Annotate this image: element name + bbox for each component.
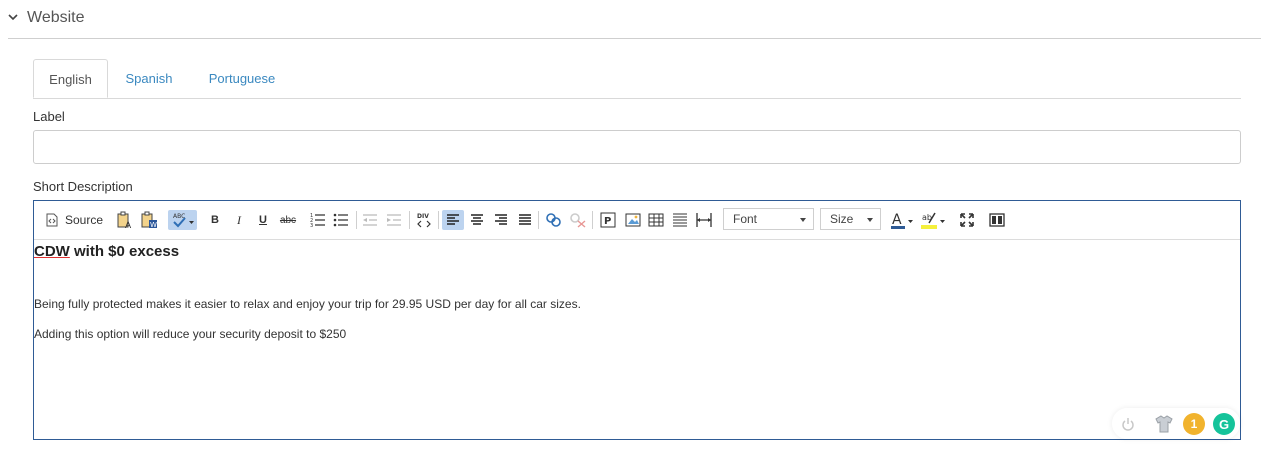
unlink-icon — [570, 213, 586, 228]
svg-text:DIV: DIV — [417, 213, 429, 220]
svg-text:P: P — [604, 216, 611, 227]
text-color-button[interactable]: A — [890, 210, 916, 230]
toolbar-divider — [409, 211, 410, 229]
paste-text-button[interactable]: A — [116, 210, 134, 230]
table-icon — [648, 213, 664, 227]
editor-content-area[interactable]: CDW with $0 excess Being fully protected… — [34, 240, 1240, 439]
bold-button[interactable]: B — [208, 210, 222, 230]
justify-button[interactable] — [517, 210, 533, 230]
justify-icon — [519, 214, 531, 225]
svg-text:A: A — [892, 212, 902, 228]
outdent-button[interactable] — [362, 210, 378, 230]
chevron-down-icon — [800, 218, 806, 222]
outdent-icon — [363, 214, 377, 226]
label-input[interactable] — [33, 130, 1241, 164]
spellcheck-button[interactable]: ABC — [168, 210, 197, 230]
short-description-label: Short Description — [33, 179, 133, 194]
placeholder-button[interactable]: P — [600, 210, 616, 230]
placeholder-icon: P — [600, 212, 616, 228]
content-heading: CDW with $0 excess — [34, 243, 179, 260]
toolbar-divider — [592, 211, 593, 229]
heading-first-word: CDW — [34, 243, 70, 260]
content-paragraph: Being fully protected makes it easier to… — [34, 297, 581, 311]
paste-word-icon: W — [141, 211, 157, 229]
label-field-label: Label — [33, 109, 65, 124]
numbered-list-button[interactable]: 1 2 3 — [310, 210, 326, 230]
svg-text:A: A — [125, 221, 132, 229]
maximize-button[interactable] — [958, 210, 976, 230]
image-button[interactable] — [625, 210, 641, 230]
content-paragraph: Adding this option will reduce your secu… — [34, 327, 347, 341]
language-tabs: English Spanish Portuguese — [33, 59, 1241, 99]
website-section-header[interactable]: Website — [8, 0, 1261, 39]
bulleted-list-icon — [333, 213, 348, 227]
chevron-down-icon[interactable] — [8, 12, 18, 22]
page-break-button[interactable] — [695, 210, 713, 230]
toolbar-divider — [438, 211, 439, 229]
tab-english[interactable]: English — [33, 59, 108, 98]
background-color-button[interactable]: ab — [920, 210, 948, 230]
align-left-icon — [447, 214, 459, 225]
underline-button[interactable]: U — [256, 210, 270, 230]
spellcheck-icon: ABC — [173, 213, 194, 228]
heading-rest: with $0 excess — [69, 243, 180, 260]
font-dropdown-label: Font — [733, 212, 758, 226]
svg-text:W: W — [150, 221, 157, 229]
align-right-icon — [495, 214, 507, 225]
shirt-icon — [1155, 415, 1173, 433]
source-icon — [46, 213, 58, 227]
source-label: Source — [65, 213, 104, 227]
grammarly-button[interactable]: G — [1213, 413, 1235, 435]
table-button[interactable] — [648, 210, 664, 230]
link-icon — [546, 213, 561, 227]
indent-icon — [387, 214, 401, 226]
div-icon: DIV — [417, 213, 431, 228]
numbered-list-icon: 1 2 3 — [310, 213, 325, 228]
size-dropdown[interactable]: Size — [820, 208, 881, 230]
div-container-button[interactable]: DIV — [416, 210, 432, 230]
power-button[interactable] — [1117, 413, 1139, 435]
bulleted-list-button[interactable] — [333, 210, 349, 230]
align-center-icon — [471, 214, 483, 225]
tab-spanish[interactable]: Spanish — [116, 59, 182, 98]
highlight-color-icon: ab — [921, 212, 945, 229]
show-blocks-button[interactable] — [988, 210, 1006, 230]
horizontal-rule-icon — [673, 213, 687, 227]
horizontal-rule-button[interactable] — [672, 210, 688, 230]
page-break-icon — [696, 213, 712, 227]
extension-widget: 1 G — [1112, 408, 1240, 439]
indent-button[interactable] — [386, 210, 402, 230]
text-color-icon: A — [891, 212, 913, 229]
shirt-button[interactable] — [1153, 413, 1175, 435]
maximize-icon — [960, 213, 974, 227]
rich-text-editor[interactable]: Source A W ABC B I U abc 1 2 3 DIV P Fon… — [33, 200, 1241, 440]
italic-button[interactable]: I — [232, 210, 246, 230]
source-button[interactable]: Source — [46, 210, 106, 230]
notification-badge[interactable]: 1 — [1183, 413, 1205, 435]
editor-toolbar: Source A W ABC B I U abc 1 2 3 DIV P Fon… — [34, 201, 1240, 240]
show-blocks-icon — [989, 213, 1005, 227]
tab-portuguese[interactable]: Portuguese — [201, 59, 283, 98]
align-center-button[interactable] — [469, 210, 485, 230]
paste-word-button[interactable]: W — [140, 210, 158, 230]
svg-text:3: 3 — [310, 223, 313, 228]
image-icon — [625, 213, 641, 227]
power-icon — [1122, 418, 1134, 431]
strikethrough-button[interactable]: abc — [278, 210, 298, 230]
section-title: Website — [27, 9, 85, 26]
size-dropdown-label: Size — [830, 212, 854, 226]
link-button[interactable] — [545, 210, 563, 230]
chevron-down-icon — [867, 218, 873, 222]
align-right-button[interactable] — [493, 210, 509, 230]
toolbar-divider — [356, 211, 357, 229]
unlink-button[interactable] — [569, 210, 587, 230]
align-left-button[interactable] — [442, 210, 464, 230]
paste-text-icon: A — [117, 211, 132, 229]
toolbar-divider — [538, 211, 539, 229]
font-dropdown[interactable]: Font — [723, 208, 814, 230]
